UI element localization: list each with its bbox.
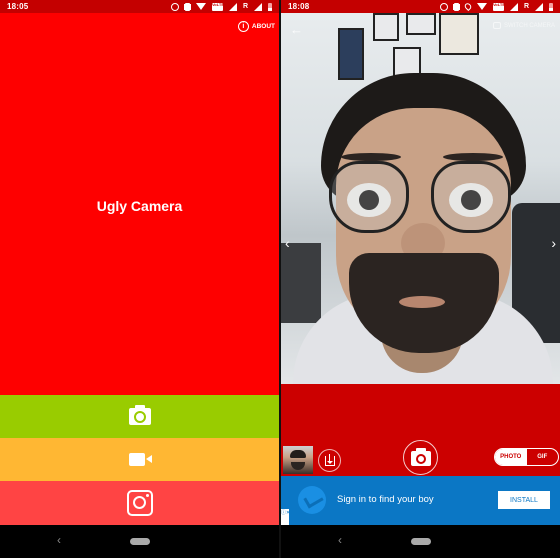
nav-home-button[interactable]: [130, 538, 150, 545]
switch-camera-icon: [493, 22, 501, 29]
subject-eyebrow: [443, 153, 503, 161]
camera-screen: 18:08 VoLTE R ← SWITCH CAMERA ‹ › PHOTO …: [281, 0, 560, 558]
shutter-button[interactable]: [403, 440, 438, 475]
nav-back-button[interactable]: ‹: [338, 533, 342, 547]
ad-install-button[interactable]: INSTALL: [498, 491, 550, 509]
status-bar: 18:05 VoLTE R: [0, 0, 279, 13]
back-arrow-icon[interactable]: ←: [290, 22, 303, 37]
mode-gif-option[interactable]: GIF: [527, 449, 559, 465]
vibrate-icon: [453, 2, 459, 11]
home-screen: 18:05 VoLTE R i ABOUT Ugly Camera ‹: [0, 0, 279, 558]
previous-filter-chevron-icon[interactable]: ‹: [285, 235, 290, 251]
about-label: ABOUT: [251, 23, 275, 30]
signal-icon: [254, 2, 262, 11]
subject-mouth: [399, 296, 445, 308]
wall-picture: [373, 13, 399, 41]
volte-icon: VoLTE: [492, 2, 505, 11]
alarm-icon: [170, 2, 179, 11]
instagram-button[interactable]: [0, 481, 279, 525]
advertiser-logo-icon: [298, 486, 326, 514]
status-bar: 18:08 VoLTE R: [281, 0, 560, 13]
battery-icon: [268, 2, 272, 11]
capture-mode-toggle: PHOTO GIF: [494, 448, 559, 466]
info-icon: i: [237, 21, 249, 32]
signal-icon: [535, 2, 543, 11]
wifi-icon: [195, 3, 206, 10]
switch-camera-label: SWITCH CAMERA: [504, 22, 555, 29]
subject-glasses-lens: [431, 161, 511, 233]
app-title: Ugly Camera: [96, 198, 183, 214]
home-main-area: i ABOUT Ugly Camera: [0, 13, 279, 395]
roaming-indicator: R: [523, 2, 529, 10]
signal-icon: [509, 2, 518, 11]
nav-back-button[interactable]: ‹: [57, 533, 61, 547]
video-mode-button[interactable]: [0, 438, 279, 481]
status-time: 18:05: [7, 2, 29, 11]
camera-icon: [410, 448, 431, 466]
subject-eyebrow: [341, 153, 401, 161]
subject-glasses-lens: [329, 161, 409, 233]
location-icon: [463, 1, 473, 12]
camera-controls: PHOTO GIF: [281, 384, 560, 476]
about-button[interactable]: i ABOUT: [237, 21, 275, 32]
roaming-indicator: R: [242, 2, 248, 10]
camera-preview[interactable]: ← SWITCH CAMERA ‹ ›: [281, 13, 560, 384]
mode-photo-option[interactable]: PHOTO: [495, 449, 527, 465]
instagram-icon: [126, 490, 153, 516]
wall-picture: [406, 13, 436, 35]
save-button[interactable]: [318, 449, 341, 472]
ad-text: Sign in to find your boy: [337, 494, 434, 505]
alarm-icon: [439, 2, 448, 11]
volte-icon: VoLTE: [211, 2, 224, 11]
signal-icon: [228, 2, 237, 11]
background-chair: [281, 243, 321, 323]
wifi-icon: [476, 3, 487, 10]
battery-icon: [549, 2, 553, 11]
status-time: 18:08: [288, 2, 310, 11]
ad-choices-icon[interactable]: ⓘ✕: [281, 509, 290, 525]
ad-banner[interactable]: Sign in to find your boy INSTALL ⓘ✕: [281, 476, 560, 525]
last-capture-thumbnail[interactable]: [283, 446, 313, 474]
nav-home-button[interactable]: [411, 538, 431, 545]
wall-picture: [338, 28, 364, 80]
navigation-bar: ‹: [0, 525, 279, 558]
switch-camera-button[interactable]: SWITCH CAMERA: [493, 22, 555, 29]
next-filter-chevron-icon[interactable]: ›: [551, 235, 556, 251]
video-icon: [128, 453, 152, 466]
photo-mode-button[interactable]: [0, 395, 279, 438]
wall-picture: [439, 13, 479, 55]
vibrate-icon: [184, 2, 190, 11]
camera-icon: [128, 405, 151, 425]
navigation-bar: ‹: [281, 525, 560, 558]
